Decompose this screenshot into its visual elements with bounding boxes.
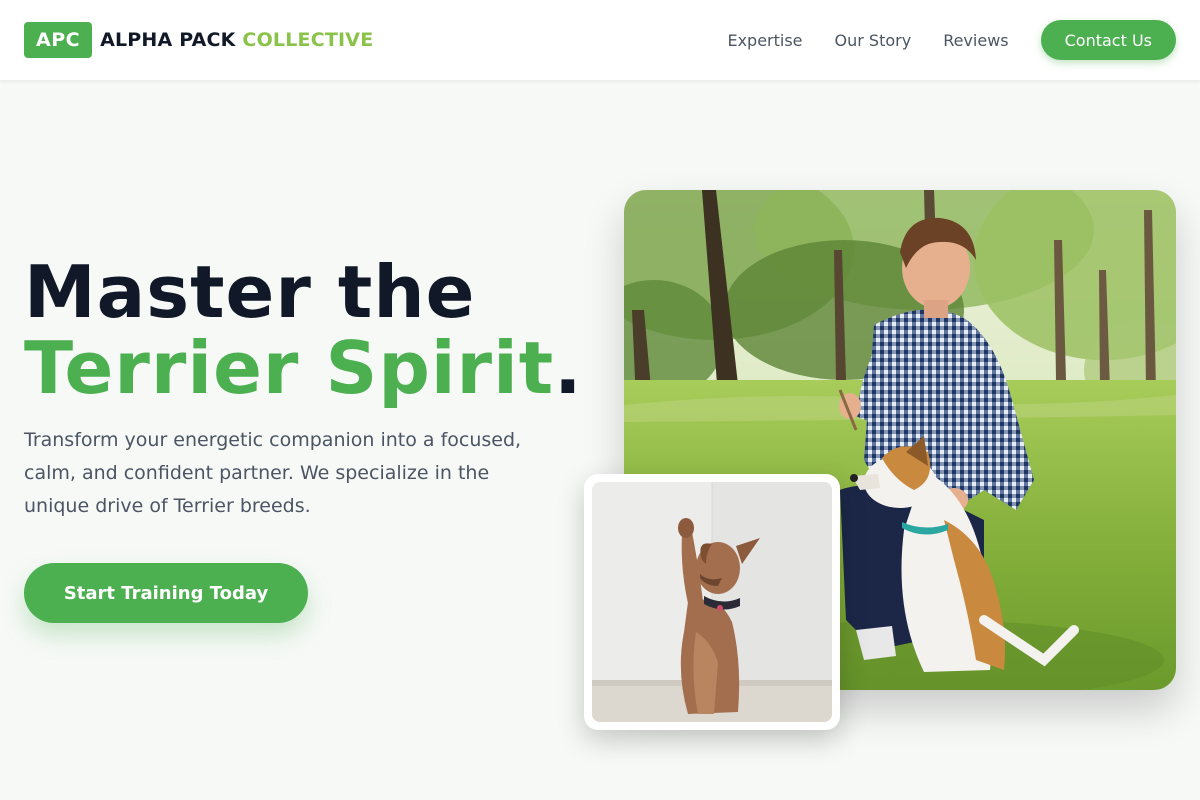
hero-title-line1: Master the [24,250,476,334]
brand-logo[interactable]: APC ALPHA PACK COLLECTIVE [24,22,373,58]
logo-accent: COLLECTIVE [242,29,374,51]
hero-description: Transform your energetic companion into … [24,429,522,517]
main-nav: Expertise Our Story Reviews Contact Us [727,20,1176,60]
hero-title: Master the Terrier Spirit. [24,254,583,406]
nav-link-expertise[interactable]: Expertise [727,31,802,50]
hero-title-period: . [554,326,583,410]
contact-us-button[interactable]: Contact Us [1040,20,1176,60]
start-training-button[interactable]: Start Training Today [24,563,308,623]
logo-badge: APC [24,22,93,58]
secondary-photo-dog-high-five [592,482,832,722]
logo-name: ALPHA PACK [100,29,236,51]
nav-link-our-story[interactable]: Our Story [835,31,912,50]
secondary-photo-frame [584,474,840,730]
nav-link-reviews[interactable]: Reviews [943,31,1008,50]
logo-wordmark: ALPHA PACK COLLECTIVE [100,29,373,51]
hero-title-highlight: Terrier Spirit [24,326,555,410]
site-header: APC ALPHA PACK COLLECTIVE Expertise Our … [0,0,1200,81]
